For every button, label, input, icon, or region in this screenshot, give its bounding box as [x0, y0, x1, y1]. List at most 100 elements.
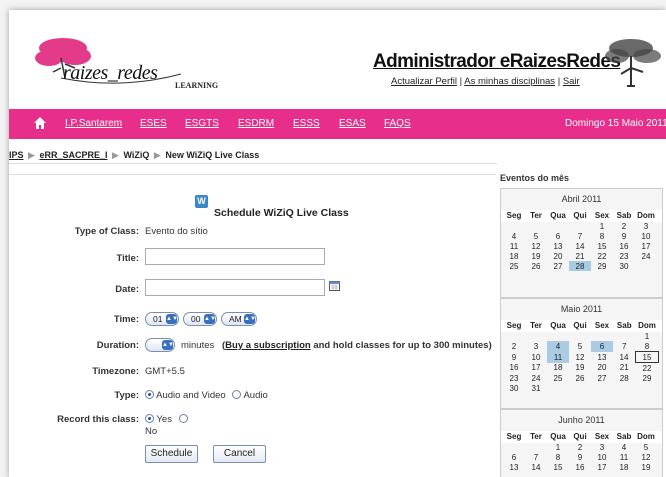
calendar-day[interactable]: 30: [503, 383, 525, 393]
calendar-day[interactable]: 17: [525, 363, 547, 374]
calendar-day[interactable]: 3: [635, 221, 657, 231]
calendar-day[interactable]: 25: [547, 373, 569, 383]
calendar-day[interactable]: 11: [547, 351, 569, 363]
breadcrumb-item-wiziq[interactable]: WiZiQ: [123, 150, 149, 160]
calendar-day[interactable]: 8: [591, 231, 613, 241]
calendar-day[interactable]: 18: [503, 251, 525, 261]
my-courses-link[interactable]: As minhas disciplinas: [464, 76, 555, 87]
calendar-day[interactable]: 29: [636, 373, 659, 383]
calendar-day[interactable]: 27: [547, 261, 569, 271]
calendar-day[interactable]: 12: [569, 352, 591, 363]
calendar-day[interactable]: 15: [635, 351, 659, 363]
calendar-day[interactable]: 21: [613, 363, 636, 374]
calendar-day[interactable]: 1: [547, 442, 569, 452]
duration-select[interactable]: ▲▼: [145, 338, 175, 352]
calendar-day[interactable]: 12: [525, 241, 547, 251]
calendar-day[interactable]: 16: [613, 241, 635, 251]
calendar-day[interactable]: 2: [569, 442, 591, 452]
calendar-day[interactable]: 7: [613, 341, 636, 352]
calendar-day[interactable]: 5: [525, 231, 547, 241]
nav-item-esgts[interactable]: ESGTS: [185, 118, 219, 129]
calendar-day[interactable]: 6: [547, 231, 569, 241]
calendar-day[interactable]: 22: [591, 251, 613, 261]
calendar-day[interactable]: 12: [635, 452, 657, 462]
calendar-day[interactable]: 14: [569, 241, 591, 251]
calendar-day[interactable]: 22: [636, 363, 659, 374]
admin-title[interactable]: Administrador eRaizesRedes: [373, 51, 621, 73]
schedule-button[interactable]: Schedule: [145, 445, 198, 463]
calendar-day[interactable]: 5: [569, 341, 591, 352]
calendar-month-title[interactable]: Abril 2011: [501, 194, 662, 204]
calendar-day[interactable]: 2: [613, 221, 635, 231]
calendar-day[interactable]: 31: [525, 383, 547, 393]
nav-item-faqs[interactable]: FAQS: [384, 118, 411, 129]
calendar-day[interactable]: 4: [547, 341, 569, 352]
calendar-month-title[interactable]: Maio 2011: [501, 304, 662, 314]
calendar-day[interactable]: 1: [591, 221, 613, 231]
calendar-day[interactable]: 7: [525, 452, 547, 462]
calendar-day[interactable]: 15: [547, 462, 569, 472]
calendar-day[interactable]: 11: [503, 241, 525, 251]
calendar-day[interactable]: 19: [635, 462, 657, 472]
calendar-day[interactable]: 29: [591, 261, 613, 271]
calendar-day[interactable]: 26: [525, 261, 547, 271]
calendar-day[interactable]: 16: [503, 363, 525, 374]
calendar-day[interactable]: 23: [613, 251, 635, 261]
calendar-day[interactable]: 9: [613, 231, 635, 241]
calendar-day[interactable]: 28: [613, 373, 636, 383]
calendar-day[interactable]: 4: [503, 231, 525, 241]
nav-item-eses[interactable]: ESES: [140, 118, 167, 129]
calendar-day[interactable]: 15: [591, 241, 613, 251]
radio-audio[interactable]: [232, 390, 242, 399]
calendar-day[interactable]: 10: [635, 231, 657, 241]
calendar-day[interactable]: 2: [503, 341, 525, 352]
calendar-day[interactable]: 1: [636, 331, 659, 341]
calendar-day[interactable]: 13: [547, 241, 569, 251]
calendar-day[interactable]: 13: [503, 462, 525, 472]
calendar-day[interactable]: 10: [591, 452, 613, 462]
calendar-day[interactable]: 27: [591, 373, 613, 383]
date-input[interactable]: [145, 279, 325, 296]
radio-record-yes[interactable]: [145, 414, 154, 423]
calendar-day[interactable]: 6: [503, 452, 525, 462]
calendar-day[interactable]: 28: [569, 261, 591, 271]
logout-link[interactable]: Sair: [563, 76, 580, 87]
calendar-day[interactable]: 20: [547, 251, 569, 261]
nav-item-ipsantarem[interactable]: I.P.Santarem: [65, 118, 122, 129]
calendar-day[interactable]: 16: [569, 462, 591, 472]
calendar-day[interactable]: 9: [503, 352, 525, 363]
calendar-day[interactable]: 6: [591, 341, 613, 352]
calendar-day[interactable]: 24: [635, 251, 657, 261]
calendar-day[interactable]: 21: [569, 251, 591, 261]
calendar-day[interactable]: 30: [613, 261, 635, 271]
radio-record-no[interactable]: [178, 414, 188, 423]
calendar-day[interactable]: 24: [525, 373, 547, 383]
time-ampm-select[interactable]: AM ▲▼: [221, 312, 257, 326]
title-input[interactable]: [145, 248, 325, 265]
cancel-button[interactable]: Cancel: [213, 445, 266, 463]
calendar-day[interactable]: 26: [569, 373, 591, 383]
calendar-day[interactable]: 19: [525, 251, 547, 261]
calendar-day[interactable]: 8: [636, 341, 659, 352]
calendar-day[interactable]: 11: [613, 452, 635, 462]
calendar-day[interactable]: 9: [569, 452, 591, 462]
calendar-day[interactable]: 5: [635, 442, 657, 452]
calendar-day[interactable]: 17: [591, 462, 613, 472]
breadcrumb-item-course[interactable]: eRR_SACPRE_I: [39, 150, 107, 160]
calendar-day[interactable]: 19: [569, 363, 591, 374]
calendar-icon[interactable]: [329, 280, 340, 291]
calendar-day[interactable]: 23: [503, 373, 525, 383]
nav-item-esas[interactable]: ESAS: [339, 118, 366, 129]
time-minute-select[interactable]: 00 ▲▼: [183, 312, 217, 326]
buy-subscription-link[interactable]: Buy a subscription: [225, 340, 311, 351]
calendar-day[interactable]: 13: [591, 352, 613, 363]
calendar-day[interactable]: 4: [613, 442, 635, 452]
update-profile-link[interactable]: Actualizar Perfil: [391, 76, 457, 87]
calendar-day[interactable]: 14: [613, 352, 636, 363]
calendar-day[interactable]: 8: [547, 452, 569, 462]
nav-item-esdrm[interactable]: ESDRM: [238, 118, 274, 129]
breadcrumb-item-ips[interactable]: IPS: [9, 150, 24, 160]
calendar-day[interactable]: 3: [591, 442, 613, 452]
calendar-day[interactable]: 20: [591, 363, 613, 374]
calendar-day[interactable]: 14: [525, 462, 547, 472]
